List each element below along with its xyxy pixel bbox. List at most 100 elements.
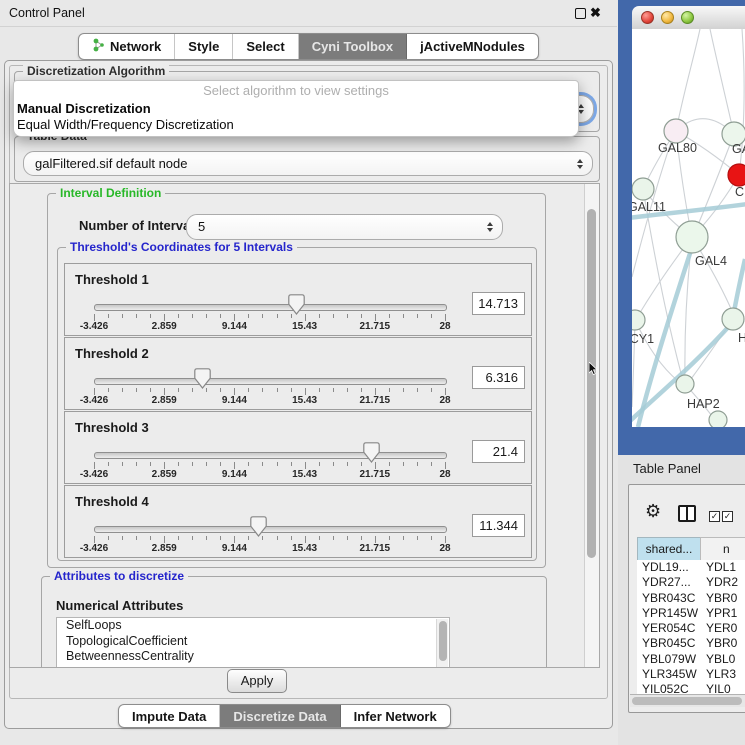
network-node-label: GCY1 xyxy=(632,332,654,346)
tick-mark xyxy=(164,314,165,321)
list-item[interactable]: TopologicalCoefficient xyxy=(57,634,449,650)
numerical-attributes-list[interactable]: SelfLoopsTopologicalCoefficientBetweenne… xyxy=(56,617,450,668)
tick-mark xyxy=(305,314,306,321)
tick-mark xyxy=(389,314,390,318)
tick-mark xyxy=(319,536,320,540)
control-panel-titlebar: Control Panel ✖ xyxy=(0,0,617,27)
settings-scrollbar-thumb[interactable] xyxy=(587,209,596,558)
tab-discretize-data[interactable]: Discretize Data xyxy=(220,705,340,727)
tab-infer-network[interactable]: Infer Network xyxy=(341,705,450,727)
apply-button[interactable]: Apply xyxy=(227,669,287,693)
table-row[interactable]: YDR27...YDR2 xyxy=(637,575,745,590)
traffic-light-zoom-icon[interactable] xyxy=(681,11,694,24)
tick-mark xyxy=(389,462,390,466)
network-node-label: GAL80 xyxy=(658,141,697,155)
slider-thumb[interactable] xyxy=(194,368,211,389)
threshold-value-field[interactable]: 14.713 xyxy=(472,292,525,315)
threshold-value-field[interactable]: 6.316 xyxy=(472,366,525,389)
dropdown-item[interactable]: Equal Width/Frequency Discretization xyxy=(14,117,578,133)
tick-mark xyxy=(122,314,123,318)
tick-mark xyxy=(136,388,137,392)
close-icon[interactable]: ✖ xyxy=(590,4,601,22)
table-row[interactable]: YER054CYER0 xyxy=(637,621,745,636)
split-columns-icon[interactable] xyxy=(678,505,696,522)
tick-mark xyxy=(417,388,418,392)
tick-mark xyxy=(445,462,446,469)
group-title: Discretization Algorithm xyxy=(23,64,169,79)
checkbox-icon[interactable]: ✓ xyxy=(709,511,720,522)
column-header-shared-name[interactable]: shared... xyxy=(637,537,701,561)
network-node[interactable] xyxy=(722,308,744,330)
network-node[interactable] xyxy=(676,375,694,393)
table-row[interactable]: YPR145WYPR1 xyxy=(637,606,745,621)
table-row[interactable]: YBL079WYBL0 xyxy=(637,652,745,667)
mouse-cursor-icon xyxy=(589,362,599,376)
tab-style[interactable]: Style xyxy=(175,34,233,59)
tick-mark xyxy=(277,462,278,466)
tick-mark xyxy=(403,314,404,318)
network-node[interactable] xyxy=(632,310,645,330)
tab-label: Select xyxy=(246,39,284,54)
checkbox-icon[interactable]: ✓ xyxy=(722,511,733,522)
list-scrollbar[interactable] xyxy=(436,619,448,667)
slider-thumb[interactable] xyxy=(288,294,305,315)
horizontal-scrollbar[interactable] xyxy=(630,694,745,707)
threshold-slider[interactable]: -3.4262.8599.14415.4321.71528 xyxy=(65,338,465,409)
table-data-combobox[interactable]: galFiltered.sif default node xyxy=(23,151,593,176)
slider-thumb[interactable] xyxy=(363,442,380,463)
number-of-intervals-spinner[interactable]: 5 xyxy=(186,214,503,240)
tick-mark xyxy=(445,388,446,395)
table-row[interactable]: YIL052CYIL0 xyxy=(637,682,745,694)
table-row[interactable]: YBR045CYBR0 xyxy=(637,636,745,651)
tab-jactivemnodules[interactable]: jActiveMNodules xyxy=(407,34,538,59)
tick-mark xyxy=(333,462,334,466)
cell-name: YER0 xyxy=(706,621,737,636)
tick-mark xyxy=(417,314,418,318)
horizontal-scrollbar-thumb[interactable] xyxy=(632,697,742,705)
network-node[interactable] xyxy=(709,411,727,427)
table-row[interactable]: YLR345WYLR3 xyxy=(637,667,745,682)
float-window-icon[interactable] xyxy=(575,8,586,19)
settings-scrollbar[interactable] xyxy=(584,184,599,667)
network-node[interactable] xyxy=(728,164,745,186)
list-item[interactable]: SelfLoops xyxy=(57,618,449,634)
tick-label: -3.426 xyxy=(72,395,116,406)
traffic-light-minimize-icon[interactable] xyxy=(661,11,674,24)
tick-mark xyxy=(333,388,334,392)
threshold-value-field[interactable]: 11.344 xyxy=(472,514,525,537)
panel-title: Control Panel xyxy=(9,0,85,26)
network-edge xyxy=(710,29,734,134)
column-header-name[interactable]: n xyxy=(700,537,745,561)
traffic-light-close-icon[interactable] xyxy=(641,11,654,24)
table-row[interactable]: YDL19...YDL1 xyxy=(637,560,745,575)
tick-mark xyxy=(94,536,95,543)
network-node[interactable] xyxy=(632,178,654,200)
threshold-panel-4: Threshold 4-3.4262.8599.14415.4321.71528… xyxy=(64,485,532,558)
list-item[interactable]: BetweennessCentrality xyxy=(57,649,449,665)
tick-mark xyxy=(122,462,123,466)
dropdown-item[interactable]: Manual Discretization xyxy=(14,101,578,117)
threshold-value-field[interactable]: 21.4 xyxy=(472,440,525,463)
network-canvas[interactable]: GAL80GACGAL11GAL4GCY1HHAP2 xyxy=(632,29,745,427)
list-scrollbar-thumb[interactable] xyxy=(439,621,447,661)
cell-shared-name: YDL19... xyxy=(642,560,689,575)
tick-label: 21.715 xyxy=(353,543,397,554)
gear-icon[interactable]: ⚙ xyxy=(645,502,661,520)
tab-impute-data[interactable]: Impute Data xyxy=(119,705,220,727)
tab-cyni-toolbox[interactable]: Cyni Toolbox xyxy=(299,34,407,59)
tab-select[interactable]: Select xyxy=(233,34,298,59)
tick-label: 21.715 xyxy=(353,469,397,480)
threshold-slider[interactable]: -3.4262.8599.14415.4321.71528 xyxy=(65,264,465,335)
tick-mark xyxy=(375,314,376,321)
slider-track xyxy=(94,452,447,459)
network-window-titlebar[interactable] xyxy=(632,6,745,30)
network-node[interactable] xyxy=(664,119,688,143)
table-row[interactable]: YBR043CYBR0 xyxy=(637,591,745,606)
slider-thumb[interactable] xyxy=(250,516,267,537)
tick-mark xyxy=(305,388,306,395)
tab-network[interactable]: Network xyxy=(79,34,175,59)
threshold-slider[interactable]: -3.4262.8599.14415.4321.71528 xyxy=(65,486,465,557)
tick-mark xyxy=(361,462,362,466)
threshold-slider[interactable]: -3.4262.8599.14415.4321.71528 xyxy=(65,412,465,483)
network-node[interactable] xyxy=(676,221,708,253)
